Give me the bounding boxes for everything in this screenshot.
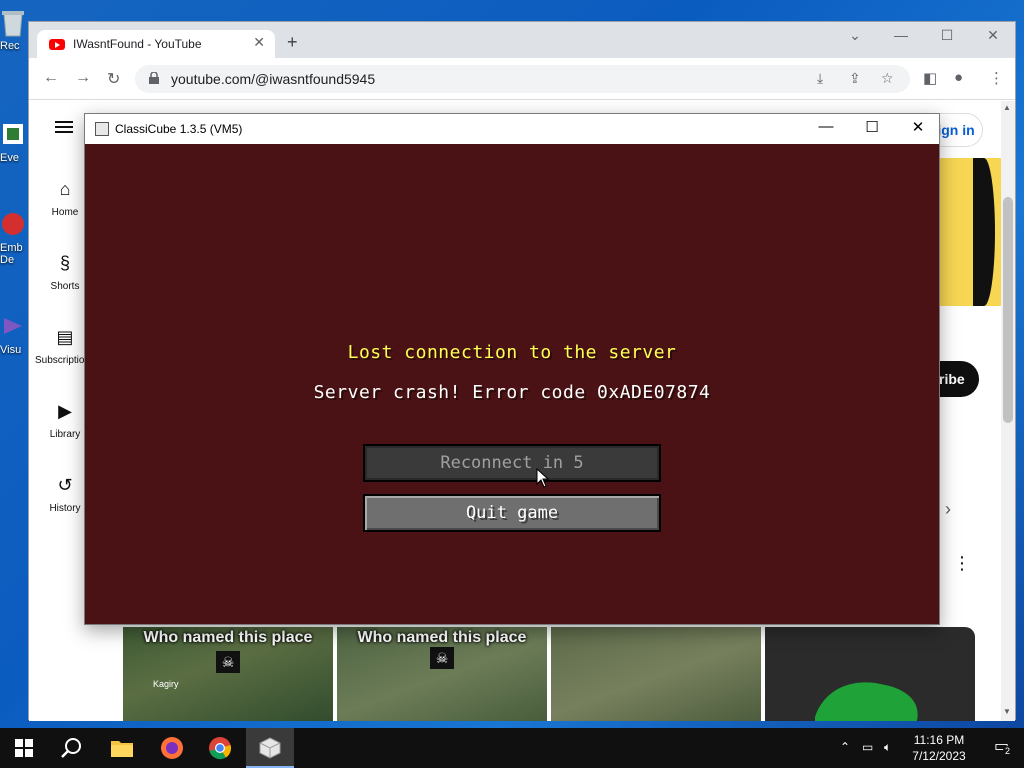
tab-search-icon[interactable]: ⌄	[832, 27, 878, 44]
classicube-minimize-button[interactable]: —	[803, 118, 849, 135]
disconnect-screen: Lost connection to the server Server cra…	[85, 144, 939, 624]
share-icon[interactable]: ⇪	[849, 70, 861, 87]
forward-icon[interactable]: →	[75, 69, 91, 87]
windows-logo-icon	[15, 739, 33, 757]
video-thumbnail[interactable]: Who named this place ☠	[337, 627, 547, 721]
profile-avatar-icon[interactable]: ●	[954, 69, 963, 86]
new-tab-button[interactable]: +	[287, 33, 298, 51]
volume-muted-icon[interactable]: 🔈︎	[884, 740, 891, 755]
start-button[interactable]	[0, 728, 48, 768]
classicube-window-title: ClassiCube 1.3.5 (VM5)	[115, 122, 243, 136]
classicube-app-icon	[95, 122, 109, 136]
search-button[interactable]	[48, 728, 96, 768]
notification-count: 2	[1003, 746, 1013, 756]
country-map-graphic	[815, 682, 918, 721]
bookmark-star-icon[interactable]: ☆	[881, 70, 894, 87]
chevron-right-icon[interactable]: ›	[945, 499, 951, 520]
visual-studio-icon[interactable]: Visu	[0, 312, 28, 356]
classicube-close-button[interactable]: ✕	[895, 118, 941, 136]
chrome-icon	[209, 737, 232, 760]
system-clock[interactable]: 11:16 PM 7/12/2023	[906, 732, 972, 764]
scroll-up-icon[interactable]: ▲	[1003, 103, 1011, 112]
video-thumbnail[interactable]: Who named this place ☠ Kagiry	[123, 627, 333, 721]
browser-tab[interactable]: IWasntFound - YouTube ✕	[37, 30, 275, 58]
reload-icon[interactable]: ↻	[107, 69, 120, 89]
page-scrollbar[interactable]: ▲ ▼	[1001, 101, 1015, 721]
side-panel-icon[interactable]: ◧	[923, 69, 937, 87]
banner-graphic	[973, 158, 995, 306]
mouse-cursor-icon	[536, 468, 550, 488]
classicube-cube-icon	[259, 737, 281, 759]
close-button[interactable]: ✕	[970, 27, 1016, 44]
clock-date: 7/12/2023	[912, 749, 966, 763]
maximize-button[interactable]: ☐	[924, 27, 970, 44]
classicube-window: ClassiCube 1.3.5 (VM5) — ☐ ✕ Lost connec…	[84, 113, 940, 625]
firefox-icon	[161, 737, 183, 759]
skull-icon: ☠	[216, 651, 240, 673]
address-bar[interactable]: youtube.com/@iwasntfound5945 ⤓ ⇪ ☆	[135, 65, 910, 93]
scroll-down-icon[interactable]: ▼	[1003, 707, 1011, 716]
error-message: Server crash! Error code 0xADE07874	[313, 382, 711, 403]
lock-icon	[149, 72, 159, 84]
map-label: Kagiry	[153, 679, 179, 689]
skull-icon: ☠	[430, 647, 454, 669]
file-explorer-button[interactable]	[98, 728, 146, 768]
show-hidden-icons-icon[interactable]: ⌃	[840, 740, 850, 754]
notifications-button[interactable]: ▭ 2	[994, 736, 1014, 758]
quit-game-button[interactable]: Quit game	[363, 494, 661, 532]
reconnect-button[interactable]: Reconnect in 5	[363, 444, 661, 482]
video-thumbnail[interactable]	[551, 627, 761, 721]
hamburger-menu-icon[interactable]	[55, 121, 73, 133]
chrome-button[interactable]	[196, 728, 244, 768]
classicube-taskbar-button[interactable]	[246, 728, 294, 768]
firefox-button[interactable]	[148, 728, 196, 768]
youtube-favicon-icon	[49, 39, 65, 50]
more-options-icon[interactable]: ⋮	[953, 553, 971, 574]
embedded-app-icon[interactable]: Emb De	[0, 210, 28, 266]
video-thumbnail[interactable]	[765, 627, 975, 721]
search-icon	[61, 738, 81, 758]
classicube-titlebar[interactable]: ClassiCube 1.3.5 (VM5) — ☐ ✕	[85, 114, 939, 144]
tab-close-icon[interactable]: ✕	[253, 34, 265, 51]
clock-time: 11:16 PM	[913, 733, 965, 747]
thumbnail-caption: Who named this place	[357, 629, 527, 646]
classicube-maximize-button[interactable]: ☐	[849, 118, 895, 136]
scroll-thumb[interactable]	[1003, 197, 1013, 423]
disconnect-heading: Lost connection to the server	[347, 342, 677, 363]
minimize-button[interactable]: —	[878, 27, 924, 43]
tab-title: IWasntFound - YouTube	[73, 37, 202, 51]
folder-icon	[111, 741, 133, 757]
url-text: youtube.com/@iwasntfound5945	[171, 71, 376, 87]
install-icon[interactable]: ⤓	[817, 70, 823, 87]
tab-strip: IWasntFound - YouTube ✕ + ⌄ — ☐ ✕	[29, 22, 1015, 58]
recycle-bin-icon[interactable]: Rec	[0, 8, 28, 52]
video-thumbnails: Who named this place ☠ Kagiry Who named …	[123, 627, 983, 721]
back-icon[interactable]: ←	[43, 69, 59, 87]
browser-menu-icon[interactable]: ⋮	[989, 69, 1004, 87]
taskbar: ⌃ ▭ 🔈︎ 11:16 PM 7/12/2023 ▭ 2	[0, 728, 1024, 768]
network-icon[interactable]: ▭	[862, 740, 873, 754]
thumbnail-caption: Who named this place	[143, 629, 313, 646]
browser-toolbar: ← → ↻ youtube.com/@iwasntfound5945 ⤓ ⇪ ☆…	[29, 58, 1015, 100]
everything-app-icon[interactable]: Eve	[0, 120, 28, 164]
